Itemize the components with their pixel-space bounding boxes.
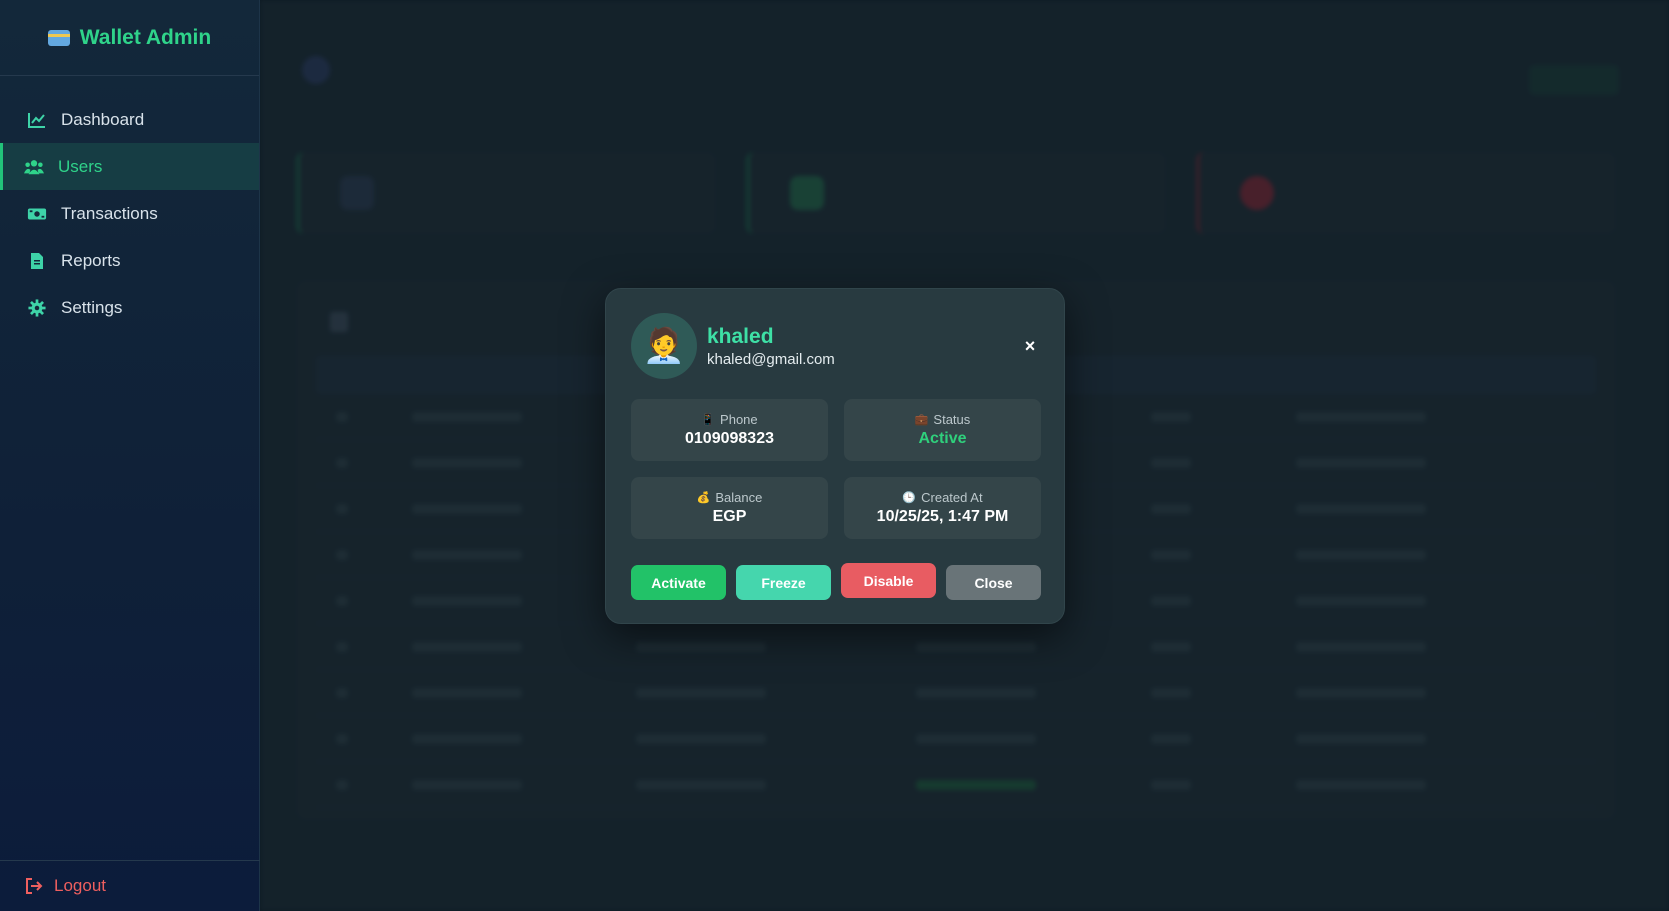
phone-value: 0109098323	[685, 430, 774, 447]
money-bill-icon	[27, 205, 47, 223]
created-at-card: 🕒 Created At 10/25/25, 1:47 PM	[844, 477, 1041, 539]
file-icon	[27, 252, 47, 270]
sidebar-item-label: Settings	[61, 297, 123, 317]
created-at-value: 10/25/25, 1:47 PM	[876, 508, 1009, 525]
logout-link[interactable]: Logout	[54, 876, 106, 896]
balance-value: EGP	[712, 508, 747, 525]
sidebar-item-reports[interactable]: Reports	[0, 237, 259, 284]
modal-header: 🧑‍💼 khaled khaled@gmail.com	[631, 313, 835, 379]
sidebar-nav: Dashboard Users Transactions Reports Set…	[0, 96, 259, 331]
balance-label-text: Balance	[715, 490, 763, 505]
user-identity: khaled khaled@gmail.com	[707, 325, 835, 368]
credit-card-icon	[47, 29, 70, 46]
activate-button[interactable]: Activate	[631, 565, 726, 600]
sidebar-item-settings[interactable]: Settings	[0, 284, 259, 331]
sidebar-item-transactions[interactable]: Transactions	[0, 190, 259, 237]
phone-card: 📱 Phone 0109098323	[631, 399, 828, 461]
phone-icon: 📱	[701, 414, 716, 426]
user-email: khaled@gmail.com	[707, 350, 835, 368]
status-label: 💼 Status	[915, 412, 971, 427]
user-name: khaled	[707, 324, 774, 348]
app-root: Wallet Admin Dashboard Users Transaction…	[0, 0, 1669, 911]
person-avatar-icon: 🧑‍💼	[631, 313, 697, 379]
phone-label: 📱 Phone	[701, 412, 757, 427]
sign-out-icon	[24, 877, 44, 895]
close-icon[interactable]: ×	[1021, 336, 1039, 356]
line-chart-icon	[27, 111, 47, 129]
brand-title: Wallet Admin	[79, 25, 212, 49]
user-details-modal: 🧑‍💼 khaled khaled@gmail.com × 📱 Phone 01…	[605, 288, 1065, 624]
users-icon	[24, 158, 44, 176]
close-button[interactable]: Close	[946, 565, 1041, 600]
sidebar-item-label: Reports	[61, 250, 121, 270]
balance-label: 💰 Balance	[697, 490, 763, 505]
clock-icon: 🕒	[902, 492, 917, 504]
sidebar-item-dashboard[interactable]: Dashboard	[0, 96, 259, 143]
sidebar-item-label: Users	[58, 156, 103, 176]
logout-row[interactable]: Logout	[0, 860, 260, 911]
sidebar-item-users[interactable]: Users	[0, 143, 259, 190]
created-at-label-text: Created At	[921, 490, 983, 505]
balance-card: 💰 Balance EGP	[631, 477, 828, 539]
created-at-label: 🕒 Created At	[902, 490, 982, 505]
status-value: Active	[918, 430, 967, 447]
briefcase-icon: 💼	[914, 414, 929, 426]
money-bag-icon: 💰	[696, 492, 711, 504]
disable-button[interactable]: Disable	[841, 563, 936, 598]
brand: Wallet Admin	[0, 0, 259, 76]
phone-label-text: Phone	[720, 412, 758, 427]
status-card: 💼 Status Active	[844, 399, 1041, 461]
freeze-button[interactable]: Freeze	[736, 565, 831, 600]
sidebar-item-label: Dashboard	[61, 109, 145, 129]
status-label-text: Status	[933, 412, 971, 427]
sidebar: Wallet Admin Dashboard Users Transaction…	[0, 0, 260, 911]
sidebar-item-label: Transactions	[61, 203, 158, 223]
gear-icon	[27, 298, 47, 317]
